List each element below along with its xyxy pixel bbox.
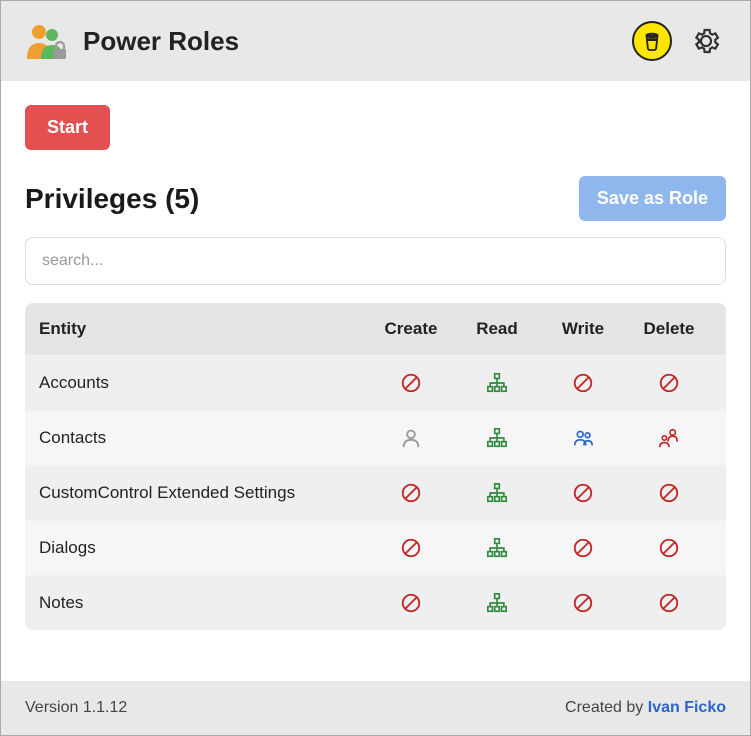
priv-none-icon: [400, 537, 422, 559]
header-actions: [632, 21, 726, 61]
donate-button[interactable]: [632, 21, 672, 61]
entity-name: CustomControl Extended Settings: [39, 483, 368, 503]
table-header-row: Entity Create Read Write Delete: [25, 303, 726, 355]
priv-none-icon: [658, 592, 680, 614]
priv-read-cell[interactable]: [454, 537, 540, 559]
priv-none-icon: [658, 537, 680, 559]
priv-create-cell[interactable]: [368, 427, 454, 449]
entity-name: Dialogs: [39, 538, 368, 558]
version-label: Version 1.1.12: [25, 699, 127, 717]
priv-bu-icon: [572, 427, 594, 449]
app-logo-icon: [25, 21, 69, 61]
section-title: Privileges (5): [25, 183, 579, 215]
app-title: Power Roles: [83, 26, 618, 57]
section-title-row: Privileges (5) Save as Role: [25, 176, 726, 221]
save-as-role-button[interactable]: Save as Role: [579, 176, 726, 221]
app-footer: Version 1.1.12 Created by Ivan Ficko: [1, 681, 750, 735]
priv-org-icon: [486, 592, 508, 614]
entity-name: Notes: [39, 593, 368, 613]
priv-delete-cell[interactable]: [626, 427, 712, 449]
priv-create-cell[interactable]: [368, 537, 454, 559]
table-row: Contacts: [25, 410, 726, 465]
priv-delete-cell[interactable]: [626, 372, 712, 394]
priv-none-icon: [572, 537, 594, 559]
priv-none-icon: [572, 592, 594, 614]
created-by-label: Created by: [565, 699, 648, 716]
entity-name: Accounts: [39, 373, 368, 393]
priv-org-icon: [486, 372, 508, 394]
table-row: Dialogs: [25, 520, 726, 575]
entity-name: Contacts: [39, 428, 368, 448]
main-content: Start Privileges (5) Save as Role Entity…: [1, 81, 750, 681]
start-button[interactable]: Start: [25, 105, 110, 150]
search-input[interactable]: [25, 237, 726, 285]
priv-org-icon: [486, 537, 508, 559]
priv-none-icon: [658, 372, 680, 394]
priv-read-cell[interactable]: [454, 427, 540, 449]
settings-button[interactable]: [686, 21, 726, 61]
table-row: Accounts: [25, 355, 726, 410]
priv-write-cell[interactable]: [540, 537, 626, 559]
col-header-delete: Delete: [643, 319, 694, 339]
app-header: Power Roles: [1, 1, 750, 81]
gear-icon: [691, 26, 721, 56]
priv-none-icon: [658, 482, 680, 504]
col-header-entity: Entity: [39, 319, 368, 339]
priv-read-cell[interactable]: [454, 482, 540, 504]
priv-create-cell[interactable]: [368, 482, 454, 504]
author-link[interactable]: Ivan Ficko: [648, 699, 726, 716]
col-header-create: Create: [385, 319, 438, 339]
table-row: CustomControl Extended Settings: [25, 465, 726, 520]
col-header-read: Read: [476, 319, 518, 339]
priv-create-cell[interactable]: [368, 592, 454, 614]
col-header-write: Write: [562, 319, 604, 339]
priv-delete-cell[interactable]: [626, 482, 712, 504]
priv-org-icon: [486, 427, 508, 449]
priv-create-cell[interactable]: [368, 372, 454, 394]
priv-write-cell[interactable]: [540, 592, 626, 614]
priv-write-cell[interactable]: [540, 372, 626, 394]
priv-delete-cell[interactable]: [626, 592, 712, 614]
priv-none-icon: [400, 372, 422, 394]
priv-none-icon: [572, 372, 594, 394]
priv-parent-icon: [658, 427, 680, 449]
table-row: Notes: [25, 575, 726, 630]
priv-delete-cell[interactable]: [626, 537, 712, 559]
priv-none-icon: [400, 592, 422, 614]
priv-read-cell[interactable]: [454, 592, 540, 614]
priv-user-icon: [400, 427, 422, 449]
priv-none-icon: [400, 482, 422, 504]
priv-none-icon: [572, 482, 594, 504]
app-root: Power Roles Start Privileges (5) Save: [0, 0, 751, 736]
created-by: Created by Ivan Ficko: [565, 699, 726, 717]
priv-org-icon: [486, 482, 508, 504]
privileges-table: Entity Create Read Write Delete Accounts…: [25, 303, 726, 630]
priv-read-cell[interactable]: [454, 372, 540, 394]
priv-write-cell[interactable]: [540, 427, 626, 449]
priv-write-cell[interactable]: [540, 482, 626, 504]
cup-icon: [641, 30, 663, 52]
